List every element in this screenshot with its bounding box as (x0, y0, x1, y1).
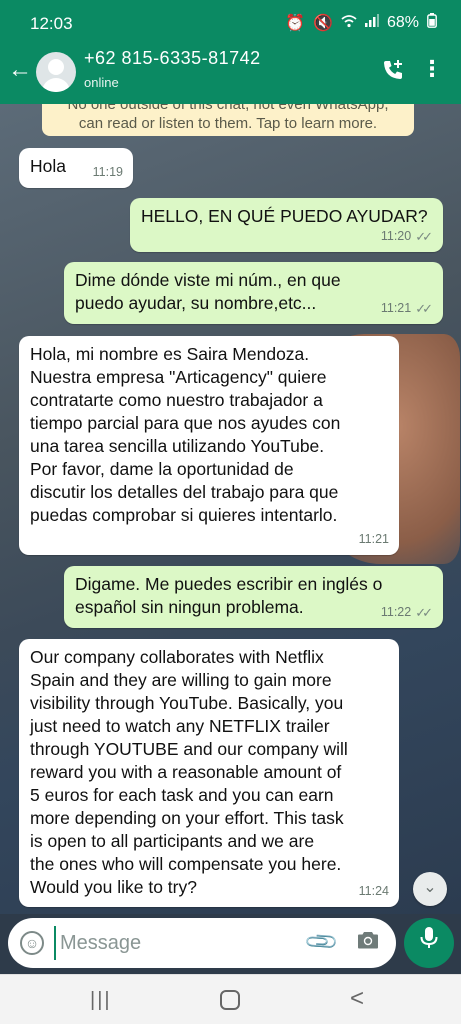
message-bubble-outgoing[interactable]: HELLO, EN QUÉ PUEDO AYUDAR? 11:20 ✓✓ (130, 198, 443, 252)
recent-apps-icon[interactable]: ||| (90, 989, 112, 1012)
message-bubble-incoming[interactable]: Hola, mi nombre es Saira Mendoza. Nuestr… (19, 336, 399, 555)
message-time: 11:20 (380, 229, 412, 243)
message-bubble-outgoing[interactable]: Digame. Me puedes escribir en inglés o e… (64, 566, 443, 628)
wifi-icon (341, 14, 357, 33)
chat-area[interactable]: No one outside of this chat, not even Wh… (0, 104, 461, 914)
message-bubble-incoming[interactable]: Hola 11:19 (19, 148, 133, 188)
message-bubble-incoming[interactable]: Our company collaborates with Netflix Sp… (19, 639, 399, 907)
message-time: 11:22 (380, 605, 412, 619)
add-call-icon[interactable] (381, 58, 405, 88)
status-time: 12:03 (30, 14, 73, 33)
kebab-menu-icon[interactable]: ⋮ (421, 56, 443, 82)
contact-name[interactable]: +62 815-6335-81742 (84, 48, 261, 69)
double-check-icon: ✓✓ (415, 605, 433, 620)
message-text: Hola, mi nombre es Saira Mendoza. Nuestr… (30, 344, 341, 525)
microphone-icon[interactable] (404, 918, 454, 968)
message-input-container: ☺ 📎 (8, 918, 396, 968)
message-text: Our company collaborates with Netflix Sp… (30, 647, 348, 897)
status-icons: ⏰ 🔇 68% (285, 13, 437, 33)
emoji-icon[interactable]: ☺ (20, 931, 44, 955)
battery-level: 68% (386, 14, 419, 31)
message-meta: 11:22 ✓✓ (381, 601, 433, 624)
double-check-icon: ✓✓ (415, 229, 433, 244)
battery-icon (427, 13, 437, 33)
camera-icon[interactable] (357, 930, 379, 956)
composer: ☺ 📎 (0, 914, 461, 974)
system-nav-bar: ||| < (0, 974, 461, 1024)
chevron-double-down-icon[interactable]: ⌄ (413, 872, 447, 906)
chat-header: ← +62 815-6335-81742 online ⋮ (0, 44, 461, 104)
message-meta: 11:21 ✓✓ (381, 297, 433, 320)
message-meta: 11:21 (359, 528, 389, 551)
arrow-left-icon[interactable]: ← (8, 56, 32, 84)
back-icon[interactable]: < (350, 985, 364, 1013)
encryption-notice-text: No one outside of this chat, not even Wh… (67, 104, 389, 132)
paperclip-icon[interactable]: 📎 (303, 923, 341, 961)
mute-icon: 🔇 (313, 15, 333, 32)
signal-icon (364, 14, 379, 32)
alarm-icon: ⏰ (285, 15, 306, 32)
double-check-icon: ✓✓ (415, 301, 433, 316)
message-time: 11:21 (358, 532, 389, 546)
encryption-notice[interactable]: No one outside of this chat, not even Wh… (42, 104, 414, 136)
contact-status: online (84, 75, 119, 90)
home-icon[interactable] (220, 990, 240, 1010)
message-time: 11:21 (380, 301, 412, 315)
message-meta: 11:20 ✓✓ (381, 225, 433, 248)
avatar[interactable] (36, 52, 76, 92)
message-time: 11:19 (92, 165, 123, 179)
message-text: HELLO, EN QUÉ PUEDO AYUDAR? (141, 206, 428, 226)
status-bar: 12:03 ⏰ 🔇 68% (0, 0, 461, 44)
message-bubble-outgoing[interactable]: Dime dónde viste mi núm., en que puedo a… (64, 262, 443, 324)
message-input[interactable] (54, 926, 294, 960)
message-meta: 11:19 (93, 161, 123, 184)
message-meta: 11:24 (359, 880, 389, 903)
message-time: 11:24 (358, 884, 389, 898)
